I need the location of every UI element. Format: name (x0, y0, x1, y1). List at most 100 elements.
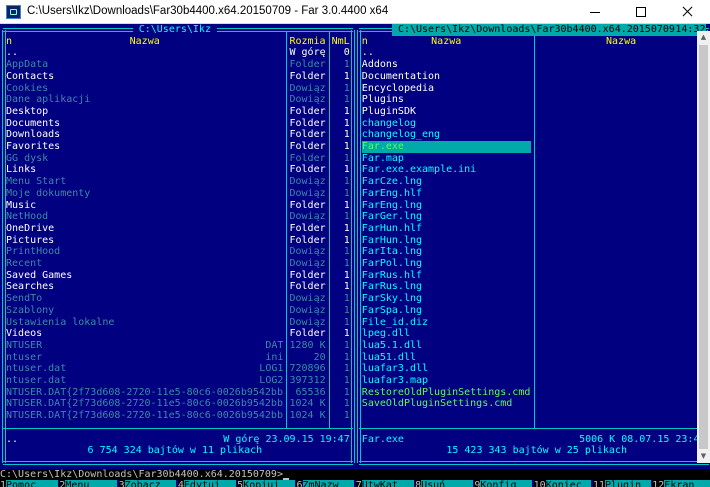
left-file-size: 1280 K (289, 339, 326, 351)
right-file-name[interactable]: File_id.diz (362, 317, 531, 329)
right-file-name[interactable]: RestoreOldPluginSettings.cmd (362, 387, 531, 399)
left-file-size: Dowiąz (289, 246, 326, 258)
scroll-down-arrow-icon[interactable]: ▼ (697, 450, 710, 463)
left-file-name[interactable]: NTUSER.DAT{2f73d608-2720-11e5-80c6-0026b… (6, 387, 283, 399)
scrollbar-thumb[interactable] (699, 45, 708, 449)
left-file-name[interactable]: Documents (6, 118, 283, 130)
left-col-header-name[interactable]: Nazwa (6, 36, 283, 48)
right-file-name[interactable]: FarPol.lng (362, 258, 531, 270)
left-file-size: Folder (289, 129, 326, 141)
left-file-size: W górę (289, 47, 326, 59)
far-app-icon[interactable] (6, 5, 21, 19)
left-file-ext: LOG1 (259, 363, 284, 375)
left-file-name[interactable]: Videos (6, 328, 283, 340)
right-file-name[interactable]: FarHun.hlf (362, 223, 531, 235)
right-panel-path[interactable]: C:\Users\Ikz\Downloads\Far30b4400.x64.20… (391, 24, 676, 36)
right-file-name[interactable]: FarGer.lng (362, 211, 531, 223)
left-col-header-size[interactable]: Rozmia (289, 36, 325, 48)
right-file-name[interactable]: FarEng.lng (362, 200, 531, 212)
right-file-name[interactable]: changelog_eng (362, 129, 531, 141)
right-file-name[interactable]: Far.exe.example.ini (362, 164, 531, 176)
left-col-header-links[interactable]: NmL (332, 36, 350, 48)
left-file-name[interactable]: Saved Games (6, 270, 283, 282)
fkey-label: Usuń (421, 480, 473, 487)
left-file-name[interactable]: Searches (6, 281, 283, 293)
left-file-name[interactable]: NetHood (6, 211, 283, 223)
right-file-name[interactable]: FarSpa.lng (362, 305, 531, 317)
right-file-name[interactable]: PluginSDK (362, 106, 531, 118)
right-file-name[interactable]: Plugins (362, 94, 531, 106)
left-file-links: 1 (343, 304, 350, 316)
left-file-name[interactable]: NTUSER.DAT{2f73d608-2720-11e5-80c6-0026b… (6, 410, 283, 422)
right-status-name: Far.exe (361, 433, 404, 445)
left-frame-line (3, 461, 353, 463)
left-file-name[interactable]: Ustawienia lokalne (6, 317, 283, 329)
left-file-name[interactable]: NTUSER.DAT{2f73d608-2720-11e5-80c6-0026b… (6, 398, 283, 410)
right-file-name[interactable]: Encyclopedia (362, 83, 531, 95)
command-line[interactable]: C:\Users\Ikz\Downloads\Far30b4400.x64.20… (0, 468, 710, 481)
left-file-links: 1 (343, 351, 350, 363)
right-col-header-name-1[interactable]: Nazwa (362, 36, 531, 48)
left-file-name[interactable]: Cookies (6, 83, 283, 95)
right-file-name[interactable]: SaveOldPluginSettings.cmd (362, 398, 531, 410)
left-file-name[interactable]: ntuser (6, 352, 283, 364)
right-file-name[interactable]: Documentation (362, 71, 531, 83)
left-status-name: .. (6, 433, 19, 445)
left-file-name[interactable]: ntuser.dat (6, 363, 283, 375)
right-file-name[interactable]: FarSky.lng (362, 293, 531, 305)
left-file-links: 1 (343, 258, 350, 269)
right-file-name[interactable]: FarEng.hlf (362, 188, 531, 200)
left-file-name[interactable]: ntuser.dat (6, 375, 283, 387)
fkey-number: 12 (652, 480, 665, 487)
right-file-name[interactable]: lua51.dll (362, 352, 531, 364)
left-file-name[interactable]: Music (6, 200, 283, 212)
right-file-name[interactable]: FarIta.lng (362, 246, 531, 258)
right-file-name[interactable]: Far.map (362, 153, 531, 165)
right-file-name[interactable]: lpeg.dll (362, 328, 531, 340)
left-file-links: 1 (343, 328, 350, 340)
right-file-name[interactable]: .. (362, 47, 531, 59)
left-file-links: 1 (343, 234, 350, 246)
left-file-name[interactable]: Recent (6, 258, 283, 270)
maximize-button[interactable] (618, 0, 664, 24)
right-file-name[interactable]: changelog (362, 118, 531, 130)
left-file-name[interactable]: GG dysk (6, 153, 283, 165)
right-file-name[interactable]: Addons (362, 59, 531, 71)
left-file-name[interactable]: AppData (6, 59, 283, 71)
left-file-name[interactable]: Contacts (6, 71, 283, 83)
left-file-name[interactable]: SendTo (6, 293, 283, 305)
left-file-name[interactable]: Moje dokumenty (6, 188, 283, 200)
left-file-name[interactable]: Desktop (6, 106, 283, 118)
left-file-name[interactable]: PrintHood (6, 246, 283, 258)
right-file-name[interactable]: luafar3.dll (362, 363, 531, 375)
left-file-name[interactable]: Links (6, 164, 283, 176)
left-file-name[interactable]: .. (6, 47, 283, 59)
left-file-name[interactable]: NTUSER (6, 340, 283, 352)
left-file-name[interactable]: Downloads (6, 129, 283, 141)
close-button[interactable] (664, 0, 710, 24)
right-file-name[interactable]: FarRus.hlf (362, 270, 531, 282)
left-file-name[interactable]: Dane aplikacji (6, 94, 283, 106)
right-file-name[interactable]: luafar3.map (362, 375, 531, 387)
left-file-size: Folder (289, 141, 326, 152)
left-file-links: 0 (343, 47, 350, 59)
far-console: C:\Users\Ikz n Nazwa Rozmia NmL .. W górę… (0, 24, 710, 487)
left-file-name[interactable]: Menu Start (6, 176, 283, 188)
right-file-name[interactable]: FarRus.lng (362, 281, 531, 293)
left-file-size: Dowiąz (289, 176, 326, 188)
right-file-name[interactable]: lua5.1.dll (362, 340, 531, 352)
scroll-up-arrow-icon[interactable]: ▲ (697, 31, 710, 44)
left-panel-path[interactable]: C:\Users\Ikz (132, 24, 218, 36)
right-file-name[interactable]: FarHun.lng (362, 235, 531, 247)
left-file-name[interactable]: OneDrive (6, 223, 283, 235)
minimize-button[interactable] (572, 0, 618, 24)
left-file-name[interactable]: Szablony (6, 305, 283, 317)
left-file-size: Folder (289, 105, 326, 117)
right-file-name[interactable]: FarCze.lng (362, 176, 531, 188)
right-col-header-name-2[interactable]: Nazwa (537, 36, 706, 48)
left-file-size: 20 (313, 351, 326, 363)
left-file-name[interactable]: Favorites (6, 141, 283, 153)
left-file-name[interactable]: Pictures (6, 235, 283, 247)
window-scrollbar[interactable]: ▲ ▼ (697, 31, 710, 463)
right-file-name[interactable]: Far.exe (362, 141, 531, 153)
